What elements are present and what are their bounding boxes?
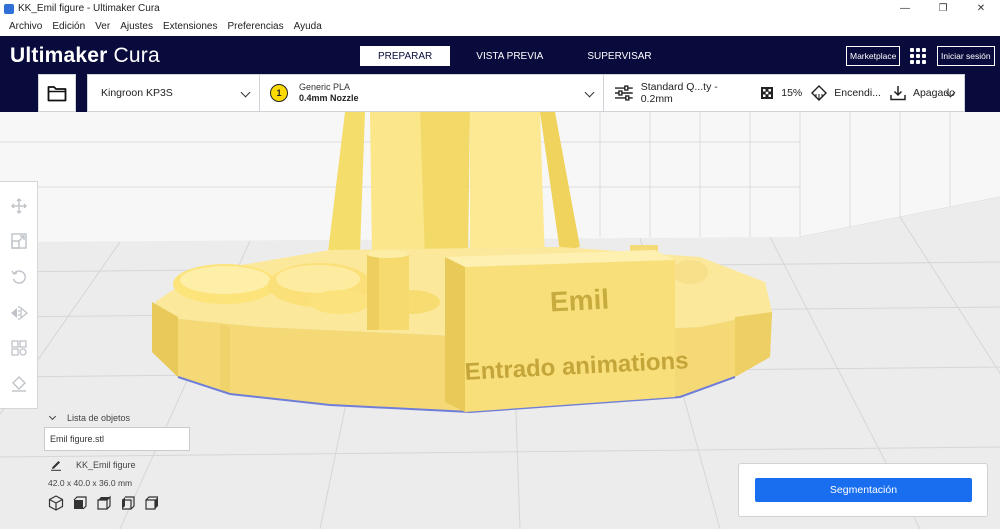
chevron-down-icon <box>240 87 251 98</box>
menu-archivo[interactable]: Archivo <box>9 21 42 32</box>
job-name: KK_Emil figure <box>76 460 136 470</box>
minimize-button[interactable]: — <box>886 0 924 17</box>
menu-preferencias[interactable]: Preferencias <box>227 21 283 32</box>
object-list-header: Lista de objetos <box>67 413 131 423</box>
rotate-icon <box>10 270 26 284</box>
adhesion-icon <box>890 86 906 101</box>
sliders-icon <box>614 85 633 101</box>
object-dimensions: 42.0 x 40.0 x 36.0 mm <box>48 478 133 488</box>
menu-ayuda[interactable]: Ayuda <box>294 21 322 32</box>
menu-ver[interactable]: Ver <box>95 21 110 32</box>
printer-selector[interactable]: Kingroon KP3S <box>88 75 260 111</box>
machine-settings-bar: Kingroon KP3S 1 Generic PLA 0.4mm Nozzle… <box>87 74 965 112</box>
marketplace-button[interactable]: Marketplace <box>846 46 901 66</box>
stage-tabs: PREPARAR VISTA PREVIA SUPERVISAR <box>360 46 678 66</box>
object-list-panel: Lista de objetos Emil figure.stl KK_Emil… <box>44 410 204 511</box>
support-blocker-button[interactable] <box>8 373 30 395</box>
camera-view-buttons <box>44 495 204 511</box>
open-file-button[interactable] <box>38 74 76 112</box>
support-icon <box>811 85 828 101</box>
app-logo: Ultimaker Cura <box>10 44 160 67</box>
support-value: Encendi... <box>834 87 881 99</box>
signin-button[interactable]: Iniciar sesión <box>937 46 995 66</box>
cube-right-icon <box>145 496 158 510</box>
object-list-item[interactable]: Emil figure.stl <box>44 427 190 451</box>
view-left-button[interactable] <box>120 495 136 511</box>
plate-text-line1: Emil <box>549 283 610 317</box>
scale-tool-button[interactable] <box>8 230 30 252</box>
tab-vista-previa[interactable]: VISTA PREVIA <box>458 46 561 66</box>
material-selector[interactable]: 1 Generic PLA 0.4mm Nozzle <box>260 75 604 111</box>
folder-icon <box>47 85 67 101</box>
view-top-button[interactable] <box>96 495 112 511</box>
menu-bar: Archivo Edición Ver Ajustes Extensiones … <box>0 17 1000 36</box>
pencil-icon <box>51 461 61 471</box>
menu-ajustes[interactable]: Ajustes <box>120 21 153 32</box>
job-name-row[interactable]: KK_Emil figure <box>44 459 204 471</box>
printer-name: Kingroon KP3S <box>101 87 173 99</box>
cube-front-icon <box>73 496 87 510</box>
move-tool-button[interactable] <box>8 195 30 217</box>
move-icon <box>10 197 27 214</box>
scale-icon <box>10 233 27 250</box>
transform-toolbar <box>0 181 38 409</box>
cube-left-icon <box>122 496 135 510</box>
maximize-button[interactable]: ❐ <box>924 0 962 17</box>
cube-3d-icon <box>48 495 64 511</box>
menu-edicion[interactable]: Edición <box>52 21 85 32</box>
per-model-settings-icon <box>10 340 27 357</box>
mirror-icon <box>10 305 28 320</box>
apps-grid-icon[interactable] <box>910 48 926 64</box>
window-controls: — ❐ ✕ <box>886 0 1000 17</box>
slice-button[interactable]: Segmentación <box>755 478 972 502</box>
chevron-down-icon <box>584 87 595 98</box>
per-model-settings-button[interactable] <box>8 337 30 359</box>
tab-supervisar[interactable]: SUPERVISAR <box>569 46 669 66</box>
close-button[interactable]: ✕ <box>962 0 1000 17</box>
cura-app-icon <box>4 3 14 14</box>
mirror-tool-button[interactable] <box>8 302 30 324</box>
view-right-button[interactable] <box>144 495 160 511</box>
tab-preparar[interactable]: PREPARAR <box>360 46 451 66</box>
profile-name: Standard Q...ty - 0.2mm <box>640 81 718 105</box>
chevron-down-icon <box>48 412 57 421</box>
view-3d-button[interactable] <box>48 495 64 511</box>
nozzle-size: 0.4mm Nozzle <box>299 93 359 103</box>
infill-icon <box>761 87 774 99</box>
infill-value: 15% <box>781 87 803 99</box>
rotate-tool-button[interactable] <box>8 266 30 288</box>
cube-top-icon <box>97 495 111 510</box>
window-title: KK_Emil figure - Ultimaker Cura <box>18 3 160 14</box>
slice-panel: Segmentación <box>738 463 988 517</box>
support-blocker-icon <box>11 376 26 392</box>
window-titlebar: KK_Emil figure - Ultimaker Cura — ❐ ✕ <box>0 0 1000 17</box>
view-front-button[interactable] <box>72 495 88 511</box>
print-settings-selector[interactable]: Standard Q...ty - 0.2mm 15% Encendi... A… <box>604 75 964 111</box>
object-list-toggle[interactable]: Lista de objetos <box>44 410 204 426</box>
material-name: Generic PLA <box>299 82 351 92</box>
menu-extensiones[interactable]: Extensiones <box>163 21 217 32</box>
extruder-badge-icon: 1 <box>270 84 288 102</box>
